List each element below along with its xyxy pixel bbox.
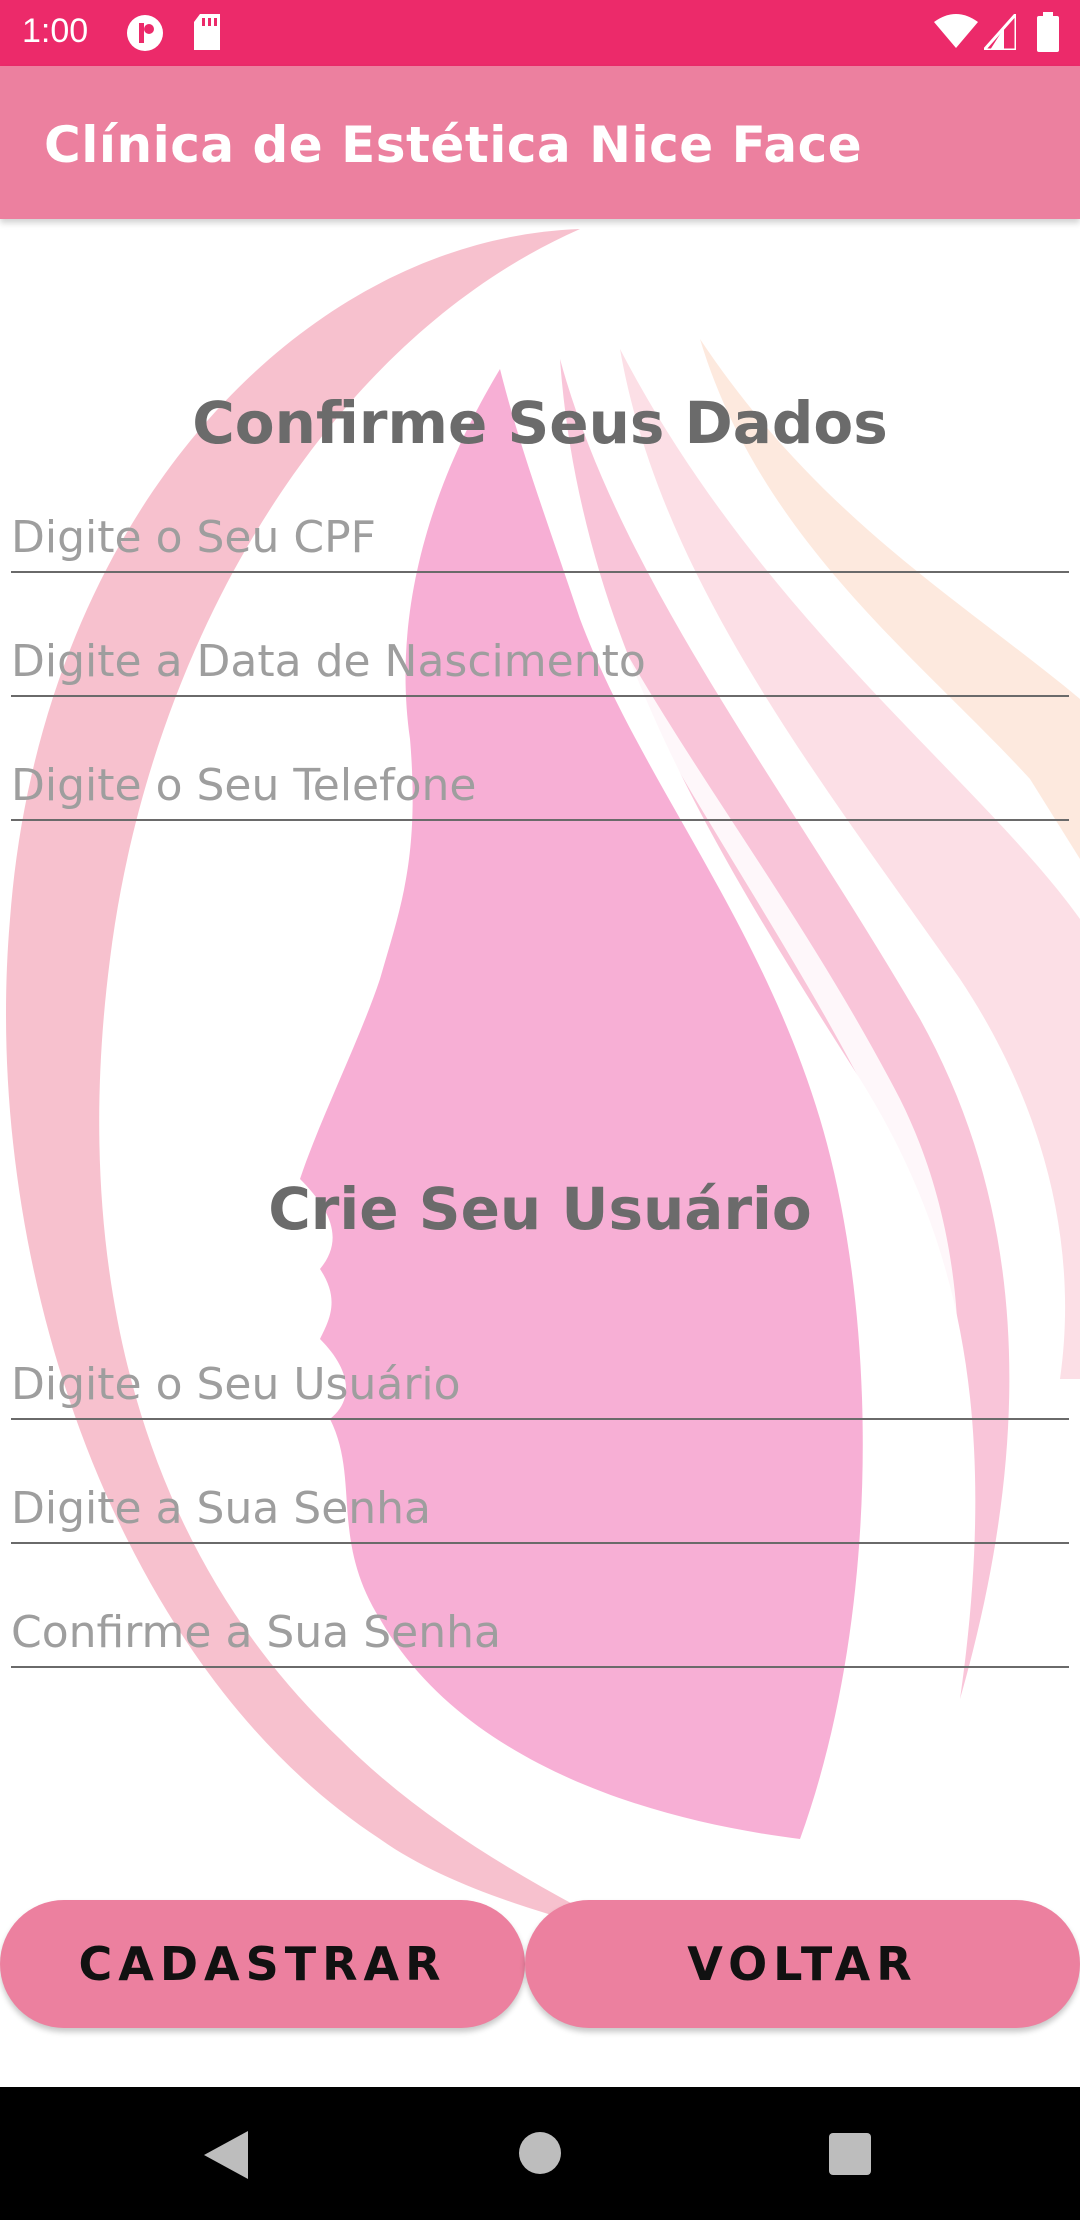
birth-date-field (11, 625, 1069, 697)
username-input[interactable] (11, 1359, 1069, 1410)
birth-date-input[interactable] (11, 636, 1069, 687)
back-button[interactable]: VOLTAR (525, 1900, 1080, 2028)
cpf-input[interactable] (11, 512, 1069, 563)
phone-field (11, 749, 1069, 821)
username-field (11, 1348, 1069, 1420)
sd-card-icon (194, 14, 220, 50)
confirm-password-input[interactable] (11, 1607, 1069, 1658)
back-nav-icon[interactable] (204, 2131, 248, 2179)
home-nav-icon[interactable] (519, 2132, 561, 2174)
confirm-password-field (11, 1596, 1069, 1668)
cell-signal-icon (984, 14, 1016, 50)
status-bar: 1:00 (0, 0, 1080, 66)
battery-icon (1037, 12, 1059, 52)
cpf-field (11, 501, 1069, 573)
status-time: 1:00 (22, 12, 89, 50)
register-button[interactable]: CADASTRAR (0, 1900, 525, 2028)
phone-input[interactable] (11, 760, 1069, 811)
app-notification-icon (127, 15, 163, 51)
password-field (11, 1472, 1069, 1544)
app-title: Clínica de Estética Nice Face (44, 116, 863, 174)
confirm-data-heading: Confirme Seus Dados (192, 389, 888, 457)
password-input[interactable] (11, 1483, 1069, 1534)
wifi-icon (934, 14, 978, 48)
recents-nav-icon[interactable] (829, 2133, 871, 2175)
navigation-bar (0, 2087, 1080, 2220)
app-bar: Clínica de Estética Nice Face (0, 66, 1080, 219)
clinic-logo-background (5, 229, 1080, 1939)
registration-form: Confirme Seus Dados Crie Seu Usuário (0, 219, 1080, 2087)
create-user-heading: Crie Seu Usuário (268, 1175, 812, 1243)
